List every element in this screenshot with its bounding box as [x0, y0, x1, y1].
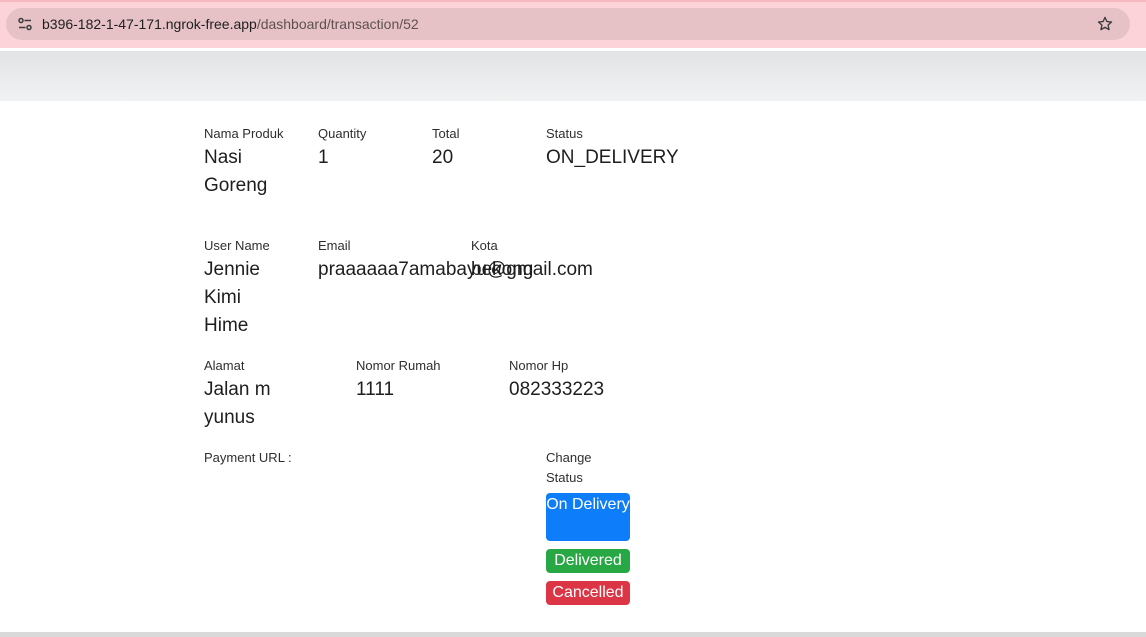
email-value: praaaaaa7amabayu@gmail.com	[318, 259, 593, 280]
city-field: Kota bekong	[471, 236, 571, 284]
site-info-icon[interactable]	[14, 13, 36, 35]
tab-strip	[0, 0, 1146, 2]
url-text[interactable]: b396-182-1-47-171.ngrok-free.app/dashboa…	[42, 8, 419, 40]
change-status-label: Change Status	[546, 450, 592, 485]
quantity-value: 1	[318, 147, 329, 168]
house-number-label: Nomor Rumah	[356, 358, 441, 373]
phone-value: 082333223	[509, 379, 605, 400]
username-value: Jennie Kimi Hime	[204, 259, 260, 336]
address-label: Alamat	[204, 358, 245, 373]
total-label: Total	[432, 126, 460, 141]
payment-url-field: Payment URL :	[204, 448, 404, 468]
email-label: Email	[318, 238, 351, 253]
email-field: Email praaaaaa7amabayu@gmail.com	[318, 236, 593, 284]
house-number-value: 1111	[356, 379, 395, 400]
address-bar[interactable]: b396-182-1-47-171.ngrok-free.app/dashboa…	[6, 8, 1130, 40]
url-path: /dashboard/transaction/52	[256, 16, 419, 32]
quantity-label: Quantity	[318, 126, 367, 141]
status-field: Status ON_DELIVERY	[546, 124, 746, 172]
username-label: User Name	[204, 238, 270, 253]
phone-field: Nomor Hp 082333223	[509, 356, 669, 404]
status-value: ON_DELIVERY	[546, 147, 679, 168]
product-label: Nama Produk	[204, 126, 284, 141]
cancelled-button[interactable]: Cancelled	[546, 581, 630, 605]
on-delivery-button[interactable]: On Delivery	[546, 493, 630, 541]
username-field: User Name Jennie Kimi Hime	[204, 236, 284, 340]
page-bottom-border	[0, 632, 1146, 637]
url-host: b396-182-1-47-171.ngrok-free.app	[42, 16, 257, 32]
city-label: Kota	[471, 238, 498, 253]
phone-label: Nomor Hp	[509, 358, 569, 373]
delivered-button[interactable]: Delivered	[546, 549, 630, 573]
bookmark-star-icon[interactable]	[1094, 13, 1116, 35]
browser-toolbar: b396-182-1-47-171.ngrok-free.app/dashboa…	[0, 0, 1146, 48]
payment-url-label: Payment URL :	[204, 450, 292, 465]
city-value: bekong	[471, 259, 534, 280]
total-field: Total 20	[432, 124, 532, 172]
change-status-field: Change Status	[546, 448, 606, 488]
quantity-field: Quantity 1	[318, 124, 418, 172]
status-label: Status	[546, 126, 583, 141]
page-header	[0, 51, 1146, 101]
product-value: Nasi Goreng	[204, 147, 268, 196]
address-value: Jalan m yunus	[204, 379, 271, 428]
address-field: Alamat Jalan m yunus	[204, 356, 294, 432]
total-value: 20	[432, 147, 454, 168]
product-field: Nama Produk Nasi Goreng	[204, 124, 284, 200]
house-number-field: Nomor Rumah 1111	[356, 356, 496, 404]
